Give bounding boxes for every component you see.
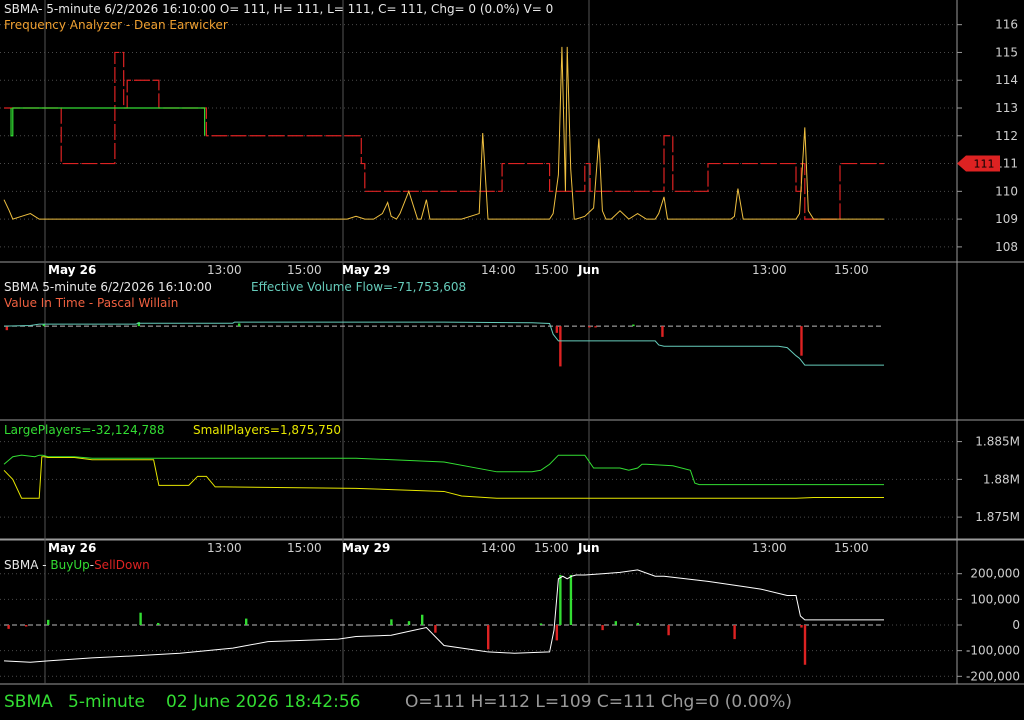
buyup-axis-label: -200,000 <box>966 669 1020 683</box>
x-tick-label: 15:00 <box>834 263 869 277</box>
buyup-bar <box>139 612 142 625</box>
buyup-bar <box>421 614 424 625</box>
selldown-bar <box>733 625 736 640</box>
price-axis-label: 113 <box>995 101 1018 115</box>
status-bar: SBMA 5-minute 02 June 2026 18:42:56 O=11… <box>0 684 1024 720</box>
price-panel-header: SBMA- 5-minute 6/2/2026 16:10:00 O= 111,… <box>4 2 554 16</box>
value-in-time-bar <box>632 324 635 327</box>
buyup-label: BuyUp <box>50 558 90 572</box>
small-players-label: SmallPlayers=1,875,750 <box>193 423 342 437</box>
x-tick-label: 13:00 <box>752 541 787 555</box>
buyup-axis-label: -100,000 <box>966 644 1020 658</box>
x-tick-label: Jun <box>577 541 600 555</box>
x-tick-label: May 26 <box>48 541 96 555</box>
players-axis-label: 1.875M <box>975 510 1020 524</box>
value-in-time-bar <box>800 326 803 356</box>
buyup-selldown-title: SBMA - BuyUp-SellDown <box>4 558 150 572</box>
selldown-bar <box>25 625 28 627</box>
price-axis-label: 116 <box>995 18 1018 32</box>
frequency-green-line <box>10 107 206 137</box>
value-in-time-bar <box>594 326 597 328</box>
close-price-line <box>3 46 884 220</box>
value-in-time-bar <box>559 326 562 367</box>
x-tick-label: May 29 <box>342 263 390 277</box>
effective-volume-flow-label: Effective Volume Flow=-71,753,608 <box>251 280 467 294</box>
buyup-prefix: SBMA - <box>4 558 51 572</box>
x-tick-label: Jun <box>577 263 600 277</box>
value-in-time-bar <box>661 326 664 337</box>
buyup-bar <box>559 574 562 625</box>
x-tick-label: May 29 <box>342 541 390 555</box>
x-tick-label: 15:00 <box>534 263 569 277</box>
value-in-time-bar <box>5 326 9 331</box>
selldown-bar <box>487 625 490 650</box>
value-in-time-title: Value In Time - Pascal Willain <box>4 296 179 310</box>
buyup-axis-label: 200,000 <box>970 567 1020 581</box>
price-axis-label: 114 <box>995 73 1018 87</box>
buyup-bar <box>245 618 248 625</box>
price-axis-label: 110 <box>995 184 1018 198</box>
buyup-bar <box>390 619 393 625</box>
selldown-bar <box>667 625 670 636</box>
players-axis-label: 1.885M <box>975 435 1020 449</box>
last-price-label: 111 <box>974 158 995 171</box>
selldown-bar <box>803 625 807 665</box>
x-tick-label: May 26 <box>48 263 96 277</box>
x-tick-label: 14:00 <box>481 263 516 277</box>
buyup-bar <box>569 574 573 625</box>
players-axis-label: 1.88M <box>983 472 1020 486</box>
x-tick-label: 13:00 <box>207 541 242 555</box>
price-axis-label: 112 <box>995 129 1018 143</box>
price-axis-label: 115 <box>995 45 1018 59</box>
status-ohlc: O=111 H=112 L=109 C=111 Chg=0 (0.00%) <box>405 692 793 712</box>
buyup-axis-label: 0 <box>1012 618 1020 632</box>
selldown-bar <box>601 625 604 631</box>
selldown-bar <box>434 625 437 633</box>
x-tick-label: 13:00 <box>207 263 242 277</box>
buyup-bar <box>614 621 617 625</box>
x-tick-label: 15:00 <box>834 541 869 555</box>
volume-panel-header: SBMA 5-minute 6/2/2026 16:10:00 <box>4 280 212 294</box>
x-tick-label: 15:00 <box>287 541 322 555</box>
selldown-bar <box>7 625 10 629</box>
selldown-bar <box>555 625 559 641</box>
status-symbol: SBMA <box>4 692 53 712</box>
buyup-bar <box>539 623 543 625</box>
value-in-time-bar <box>555 326 559 333</box>
x-tick-label: 15:00 <box>287 263 322 277</box>
chart-canvas[interactable]: May 26 13:00 15:00 May 29 14:00 15:00 Jun 13:00… <box>0 0 1024 720</box>
price-axis-label: 109 <box>995 212 1018 226</box>
large-players-label: LargePlayers=-32,124,788 <box>4 423 165 437</box>
cumulative-line <box>3 569 884 663</box>
price-axis-label: 108 <box>995 240 1018 254</box>
buyup-axis-label: 100,000 <box>970 592 1020 606</box>
value-in-time-bar <box>588 326 591 328</box>
x-tick-label: 15:00 <box>534 541 569 555</box>
buyup-bar <box>407 621 411 625</box>
selldown-label: SellDown <box>94 558 150 572</box>
effective-volume-flow-line <box>3 321 884 366</box>
status-datetime: 02 June 2026 18:42:56 <box>166 692 361 712</box>
value-in-time-bar <box>237 323 241 327</box>
buyup-bar <box>157 622 160 625</box>
x-tick-label: 13:00 <box>752 263 787 277</box>
selldown-bar <box>800 625 803 628</box>
buyup-bar <box>47 619 50 625</box>
x-tick-label: 14:00 <box>481 541 516 555</box>
buyup-bar <box>636 622 639 625</box>
frequency-indicator-title: Frequency Analyzer - Dean Earwicker <box>4 18 228 32</box>
small-players-line <box>3 456 884 499</box>
grid-layer <box>0 0 1024 685</box>
status-interval: 5-minute <box>68 692 145 712</box>
marks-layer: May 26 13:00 15:00 May 29 14:00 15:00 Jun 13:00… <box>3 18 1020 683</box>
